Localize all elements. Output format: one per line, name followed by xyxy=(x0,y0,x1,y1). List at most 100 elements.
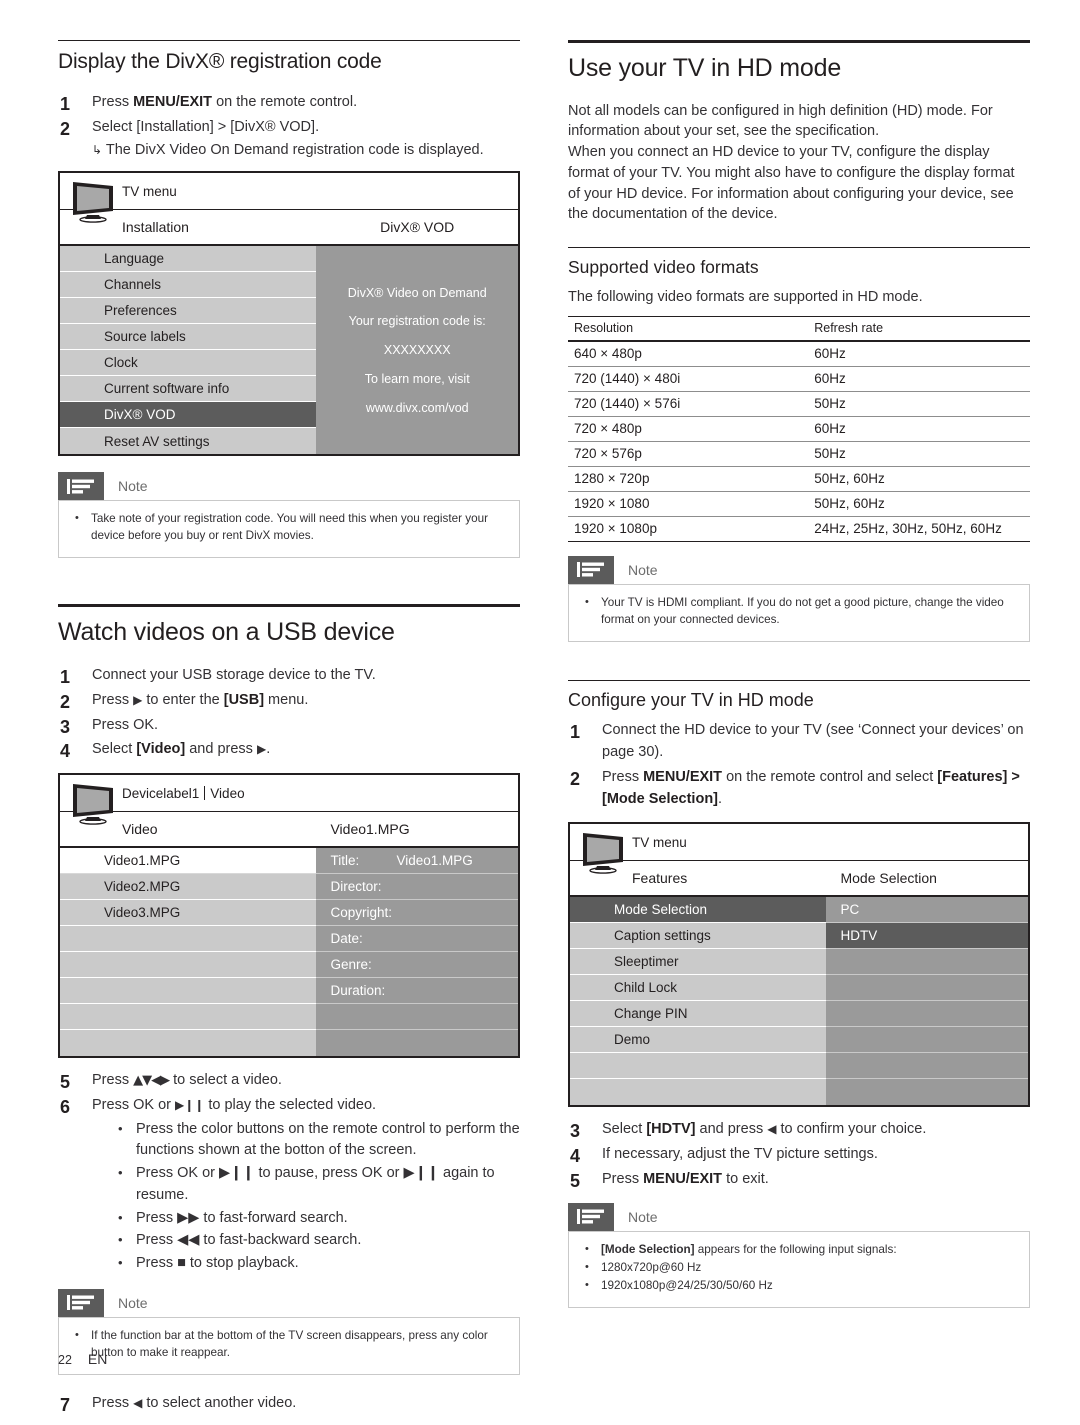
mode-option-pc[interactable]: PC xyxy=(826,897,1028,924)
features-item-empty xyxy=(570,1079,827,1106)
features-item[interactable]: Caption settings xyxy=(570,923,827,950)
usb-section-heading: Watch videos on a USB device xyxy=(58,618,395,647)
cell-resolution: 1920 × 1080p xyxy=(568,516,809,542)
arrow-icon: ↳ xyxy=(92,142,106,157)
configure-steps-list: 1 Connect the HD device to your TV (see … xyxy=(568,720,1030,810)
tv-menu-item[interactable]: Language xyxy=(60,246,317,273)
table-row: 1920 × 1080p 24Hz, 25Hz, 30Hz, 50Hz, 60Hz xyxy=(568,516,1030,542)
usb-file-list: Video1.MPG Video2.MPG Video3.MPG xyxy=(60,848,317,1057)
step-text-mid: and press xyxy=(695,1121,768,1138)
usb-file-item[interactable]: Video3.MPG xyxy=(60,900,317,927)
note-bullet-list: Your TV is HDMI compliant. If you do not… xyxy=(581,595,1017,629)
note-bullet: Your TV is HDMI compliant. If you do not… xyxy=(581,595,1017,629)
tv-menu-item[interactable]: Preferences xyxy=(60,298,317,325)
cell-refresh: 50Hz, 60Hz xyxy=(808,491,1030,517)
hd-heading-rule xyxy=(568,40,1030,43)
step-result-text: The DivX Video On Demand registration co… xyxy=(105,141,484,158)
step-text-after: to select another video. xyxy=(142,1394,297,1411)
divx-section-heading: Display the DivX® registration code xyxy=(58,50,382,73)
column-header-resolution: Resolution xyxy=(568,315,809,342)
step-item: 1 Connect your USB storage device to the… xyxy=(58,665,520,687)
note-bullet-list: [Mode Selection] appears for the followi… xyxy=(581,1242,1017,1295)
note-bullet: 1280x720p@60 Hz xyxy=(581,1260,1017,1277)
step-bracket: [Installation] > [DivX® VOD] xyxy=(136,118,316,135)
note-icon xyxy=(568,1202,614,1231)
step-number: 7 xyxy=(60,1394,71,1415)
playback-bullet: Press ■ to stop playback. xyxy=(92,1253,520,1275)
features-item[interactable]: Child Lock xyxy=(570,975,827,1002)
note-content: Take note of your registration code. You… xyxy=(58,500,520,559)
playback-bullet: Press ▶▶ to fast-forward search. xyxy=(92,1208,520,1230)
tv-menu-item[interactable]: Current software info xyxy=(60,376,317,403)
step-text-mid: and press xyxy=(185,741,257,758)
tv-menu-item[interactable]: Reset AV settings xyxy=(60,428,317,455)
tv-screen-icon xyxy=(583,833,623,875)
note-content: Your TV is HDMI compliant. If you do not… xyxy=(568,583,1030,642)
step-text: Connect the HD device to your TV (see ‘C… xyxy=(602,722,1024,761)
cell-resolution: 1280 × 720p xyxy=(568,466,809,492)
tv-menu-col2-header: DivX® VOD xyxy=(380,219,455,236)
note-label: Note xyxy=(628,561,658,578)
step-number: 4 xyxy=(60,741,71,762)
page-footer: 22 EN xyxy=(58,1351,107,1367)
usb-file-item-empty xyxy=(60,926,317,953)
note-header: Note xyxy=(568,555,1030,584)
tv-menu-item[interactable]: Channels xyxy=(60,272,317,299)
tv-menu-item[interactable]: Source labels xyxy=(60,324,317,351)
usb-steps-list-2: 5 Press ▲▼◀▶ to select a video. 6 Press … xyxy=(58,1070,520,1275)
note-header: Note xyxy=(568,1202,1030,1231)
note-bullet-list: Take note of your registration code. You… xyxy=(71,511,507,545)
usb-detail-row: Duration: xyxy=(316,978,518,1005)
features-item[interactable]: Sleeptimer xyxy=(570,949,827,976)
cell-refresh: 60Hz xyxy=(808,416,1030,442)
tv-menu-column-headers: Installation DivX® VOD xyxy=(60,210,518,247)
step-item: 4 Select [Video] and press ▶. xyxy=(58,739,520,761)
panel-line: Your registration code is: XXXXXXXX xyxy=(348,314,486,358)
step-bold: MENU/EXIT xyxy=(643,768,723,785)
features-menu-body: Mode Selection Caption settings Sleeptim… xyxy=(570,897,1028,1106)
step-number: 4 xyxy=(570,1146,581,1167)
right-column: Use your TV in HD mode Not all models ca… xyxy=(568,40,1030,1308)
tv-menu-item-selected[interactable]: DivX® VOD xyxy=(60,402,317,429)
step-item: 5 Press ▲▼◀▶ to select a video. xyxy=(58,1070,520,1092)
tv-menu-mockup-usb: Devicelabel1 Video Video Video1.MPG Video… xyxy=(58,773,520,1059)
note-icon xyxy=(568,555,614,584)
step-text-after: . xyxy=(154,716,159,733)
cell-refresh: 60Hz xyxy=(808,340,1030,367)
mode-option-hdtv-selected[interactable]: HDTV xyxy=(826,923,1028,950)
navigation-arrows-icon: ▲▼◀▶ xyxy=(133,1073,170,1089)
note-icon xyxy=(58,1288,104,1317)
formats-heading: Supported video formats xyxy=(568,257,759,278)
language-code: EN xyxy=(87,1351,108,1367)
step-item: 2 Select [Installation] > [DivX® VOD]. ↳… xyxy=(58,117,520,162)
step-text-before: Press xyxy=(92,716,134,733)
step-item: 6 Press OK or ▶❙❙ to play the selected v… xyxy=(58,1095,520,1275)
table-row: 1920 × 1080 50Hz, 60Hz xyxy=(568,491,1030,517)
features-item[interactable]: Change PIN xyxy=(570,1001,827,1028)
usb-file-item-selected[interactable]: Video1.MPG xyxy=(60,848,317,875)
step-item: 2 Press MENU/EXIT on the remote control … xyxy=(568,767,1030,811)
detail-key: Genre: xyxy=(330,957,372,973)
usb-detail-row-empty xyxy=(316,1030,518,1057)
features-item-empty xyxy=(570,1053,827,1080)
features-item-selected[interactable]: Mode Selection xyxy=(570,897,827,924)
step-text-before: Select xyxy=(92,118,137,135)
left-column: Display the DivX® registration code 1 Pr… xyxy=(58,40,520,1425)
note-header: Note xyxy=(58,472,520,501)
usb-menu-titlebar: Devicelabel1 Video xyxy=(60,775,518,813)
step-text-after: to play the selected video. xyxy=(204,1096,377,1113)
table-row: 720 (1440) × 576i 50Hz xyxy=(568,391,1030,417)
usb-file-item[interactable]: Video2.MPG xyxy=(60,874,317,901)
step-text-before: Press xyxy=(92,1096,134,1113)
tv-menu-item[interactable]: Clock xyxy=(60,350,317,377)
note-bullet: Take note of your registration code. You… xyxy=(71,511,507,545)
play-pause-icon: ▶❙❙ xyxy=(175,1097,205,1112)
step-text-mid: or xyxy=(154,1096,175,1113)
detail-key: Date: xyxy=(330,931,363,947)
table-row: 1280 × 720p 50Hz, 60Hz xyxy=(568,466,1030,492)
note-bullet-bold: [Mode Selection] appears for the followi… xyxy=(581,1242,1017,1259)
features-item[interactable]: Demo xyxy=(570,1027,827,1054)
usb-menu-column-headers: Video Video1.MPG xyxy=(60,812,518,849)
mode-selection-options: PC HDTV xyxy=(826,897,1028,1106)
usb-col2-header: Video1.MPG xyxy=(330,821,410,838)
